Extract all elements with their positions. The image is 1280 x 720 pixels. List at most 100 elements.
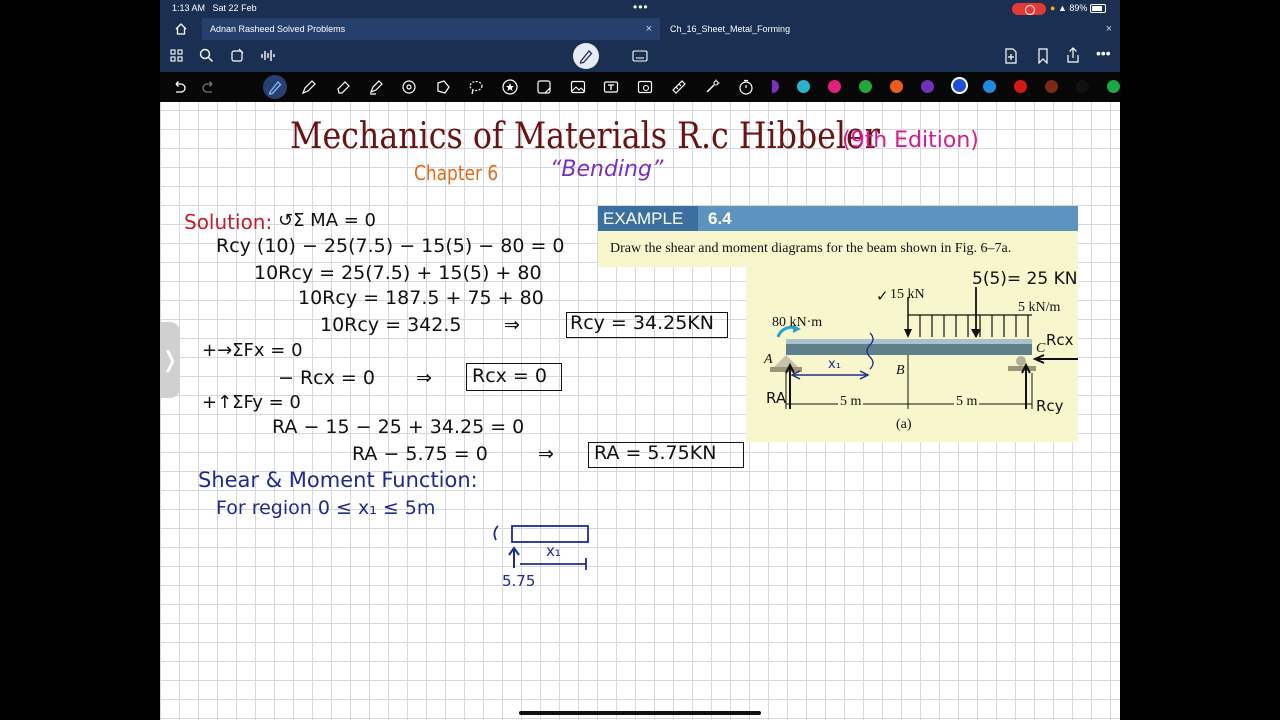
textbook-example[interactable]: EXAMPLE 6.4 Draw the shear and moment di… bbox=[598, 206, 1082, 442]
status-time-date: 1:13 AM Sat 22 Feb bbox=[172, 3, 257, 13]
note-chapter: Chapter 6 bbox=[414, 161, 499, 185]
implies-arrow: ⇒ bbox=[504, 314, 520, 336]
fig-check-mark: ✓ bbox=[876, 287, 889, 305]
pen-mode-icon[interactable] bbox=[573, 43, 599, 69]
tab-label: Adnan Rasheed Solved Problems bbox=[210, 24, 346, 34]
color-swatch-red[interactable] bbox=[1014, 80, 1027, 93]
grid-icon[interactable] bbox=[170, 49, 183, 62]
bookmark-outline-icon[interactable] bbox=[1037, 48, 1049, 64]
image-icon[interactable] bbox=[570, 79, 586, 95]
sidebar-toggle-handle[interactable]: ❭ bbox=[160, 322, 180, 398]
share-icon[interactable] bbox=[1066, 47, 1080, 64]
eq-line-1: Rcy (10) − 25(7.5) − 15(5) − 80 = 0 bbox=[216, 235, 565, 257]
color-swatch-brown[interactable] bbox=[1045, 80, 1058, 93]
lasso-select-icon[interactable] bbox=[468, 79, 484, 95]
implies-arrow: ⇒ bbox=[538, 443, 554, 465]
eraser-icon[interactable] bbox=[335, 79, 351, 95]
home-indicator[interactable] bbox=[519, 711, 761, 715]
note-page[interactable]: Mechanics of Materials R.c Hibbeler (9th… bbox=[160, 102, 1120, 720]
pen-icon[interactable] bbox=[263, 75, 287, 99]
battery-indicator: ● ▲ 89% bbox=[1050, 3, 1106, 14]
eq-line-7: RA − 5.75 = 0 bbox=[352, 443, 488, 465]
color-swatch-violet[interactable] bbox=[921, 80, 934, 93]
example-header: EXAMPLE 6.4 bbox=[598, 206, 1078, 231]
solution-label: Solution: bbox=[184, 210, 273, 234]
eq-line-3: 10Rcy = 187.5 + 75 + 80 bbox=[298, 287, 544, 309]
fig-moment: 80 kN·m bbox=[772, 315, 823, 330]
close-tab-icon[interactable]: × bbox=[1106, 18, 1112, 40]
fig-caption: (a) bbox=[896, 417, 912, 432]
note-edition: (9th Edition) bbox=[842, 128, 979, 153]
sum-fx: +→ΣFx = 0 bbox=[202, 340, 303, 361]
color-swatch-cyan[interactable] bbox=[797, 80, 810, 93]
fig-dist-load: 5 kN/m bbox=[1018, 300, 1061, 315]
fig-label-x1: x₁ bbox=[828, 357, 841, 372]
sketch-x-label: x₁ bbox=[546, 542, 561, 560]
region-text: For region 0 ≤ x₁ ≤ 5m bbox=[216, 497, 436, 519]
note-topic: “Bending” bbox=[550, 157, 664, 182]
fig-label-c: C bbox=[1036, 341, 1046, 356]
undo-icon[interactable] bbox=[172, 80, 186, 94]
sticker-icon[interactable] bbox=[536, 79, 552, 95]
implies-arrow: ⇒ bbox=[416, 367, 432, 389]
search-icon[interactable] bbox=[199, 48, 214, 63]
fig-ra: RA bbox=[766, 389, 787, 407]
example-number: 6.4 bbox=[708, 209, 732, 228]
color-swatch-black[interactable] bbox=[1076, 80, 1089, 93]
shear-moment-heading: Shear & Moment Function: bbox=[198, 468, 478, 492]
audio-icon[interactable] bbox=[260, 48, 276, 63]
color-swatch-lightblue[interactable] bbox=[983, 80, 996, 93]
fig-rcx: Rcx bbox=[1046, 331, 1074, 349]
color-swatch-orange[interactable] bbox=[890, 80, 903, 93]
eq-line-6: RA − 15 − 25 + 34.25 = 0 bbox=[272, 416, 525, 438]
star-icon[interactable] bbox=[502, 79, 518, 95]
color-swatch-green[interactable] bbox=[859, 80, 872, 93]
eq-line-2: 10Rcy = 25(7.5) + 15(5) + 80 bbox=[254, 262, 542, 284]
color-swatch-green2[interactable] bbox=[1107, 80, 1120, 93]
color-swatch-blue-selected[interactable] bbox=[951, 77, 968, 94]
keyboard-icon[interactable] bbox=[632, 50, 648, 62]
top-toolbar: ••• bbox=[160, 40, 1120, 72]
ipad-screen: 1:13 AM Sat 22 Feb ••• ● ▲ 89% Adnan Ras… bbox=[160, 0, 1120, 720]
fig-span-1: 5 m bbox=[838, 394, 864, 410]
shape-icon[interactable] bbox=[401, 79, 417, 95]
color-swatch-purple[interactable] bbox=[772, 80, 779, 93]
highlighter-icon[interactable] bbox=[368, 79, 384, 95]
lasso-icon[interactable] bbox=[435, 79, 451, 95]
note-title: Mechanics of Materials R.c Hibbeler bbox=[290, 116, 880, 157]
redo-icon[interactable] bbox=[202, 80, 216, 94]
pencil-icon[interactable] bbox=[301, 79, 317, 95]
fig-point-load: 15 kN bbox=[890, 287, 925, 302]
laser-icon[interactable] bbox=[704, 79, 720, 95]
fig-label-a: A bbox=[764, 352, 773, 367]
tab-bar: Adnan Rasheed Solved Problems × Ch_16_Sh… bbox=[160, 18, 1120, 40]
eq-line-4: 10Rcy = 342.5 bbox=[320, 314, 462, 336]
more-icon[interactable]: ••• bbox=[1096, 45, 1111, 61]
sketch-value: 5.75 bbox=[502, 572, 536, 590]
beam-figure: ✓ 15 kN 5(5)= 25 KN 5 kN/m 80 kN·m A B C… bbox=[746, 267, 1082, 442]
home-icon[interactable] bbox=[174, 22, 188, 36]
bookmark-icon[interactable] bbox=[230, 48, 245, 63]
answer-ra: RA = 5.75KN bbox=[594, 442, 717, 464]
tab-adnan-rasheed[interactable]: Adnan Rasheed Solved Problems × bbox=[202, 18, 660, 40]
answer-rcx: Rcx = 0 bbox=[472, 365, 547, 387]
status-bar: 1:13 AM Sat 22 Feb ••• ● ▲ 89% bbox=[160, 0, 1120, 18]
fig-label-b: B bbox=[896, 363, 905, 378]
multitask-dots[interactable]: ••• bbox=[633, 0, 649, 14]
moment-equation: ↺Σ MA = 0 bbox=[278, 210, 376, 231]
color-swatch-magenta[interactable] bbox=[828, 80, 841, 93]
sum-fy: +↑ΣFy = 0 bbox=[202, 392, 301, 413]
tab-sheet-metal[interactable]: Ch_16_Sheet_Metal_Forming × bbox=[662, 18, 1120, 40]
ruler-icon[interactable] bbox=[671, 79, 687, 95]
tool-palette bbox=[160, 72, 1120, 102]
new-page-icon[interactable] bbox=[1004, 48, 1018, 64]
tab-label: Ch_16_Sheet_Metal_Forming bbox=[670, 24, 791, 34]
fig-rcy: Rcy bbox=[1036, 397, 1064, 415]
screen-record-indicator[interactable] bbox=[1012, 3, 1046, 15]
timer-icon[interactable] bbox=[738, 79, 754, 95]
fig-span-2: 5 m bbox=[954, 394, 980, 410]
close-tab-icon[interactable]: × bbox=[646, 18, 652, 40]
textbox-icon[interactable] bbox=[603, 79, 619, 95]
example-label: EXAMPLE bbox=[598, 206, 698, 231]
camera-icon[interactable] bbox=[637, 79, 653, 95]
